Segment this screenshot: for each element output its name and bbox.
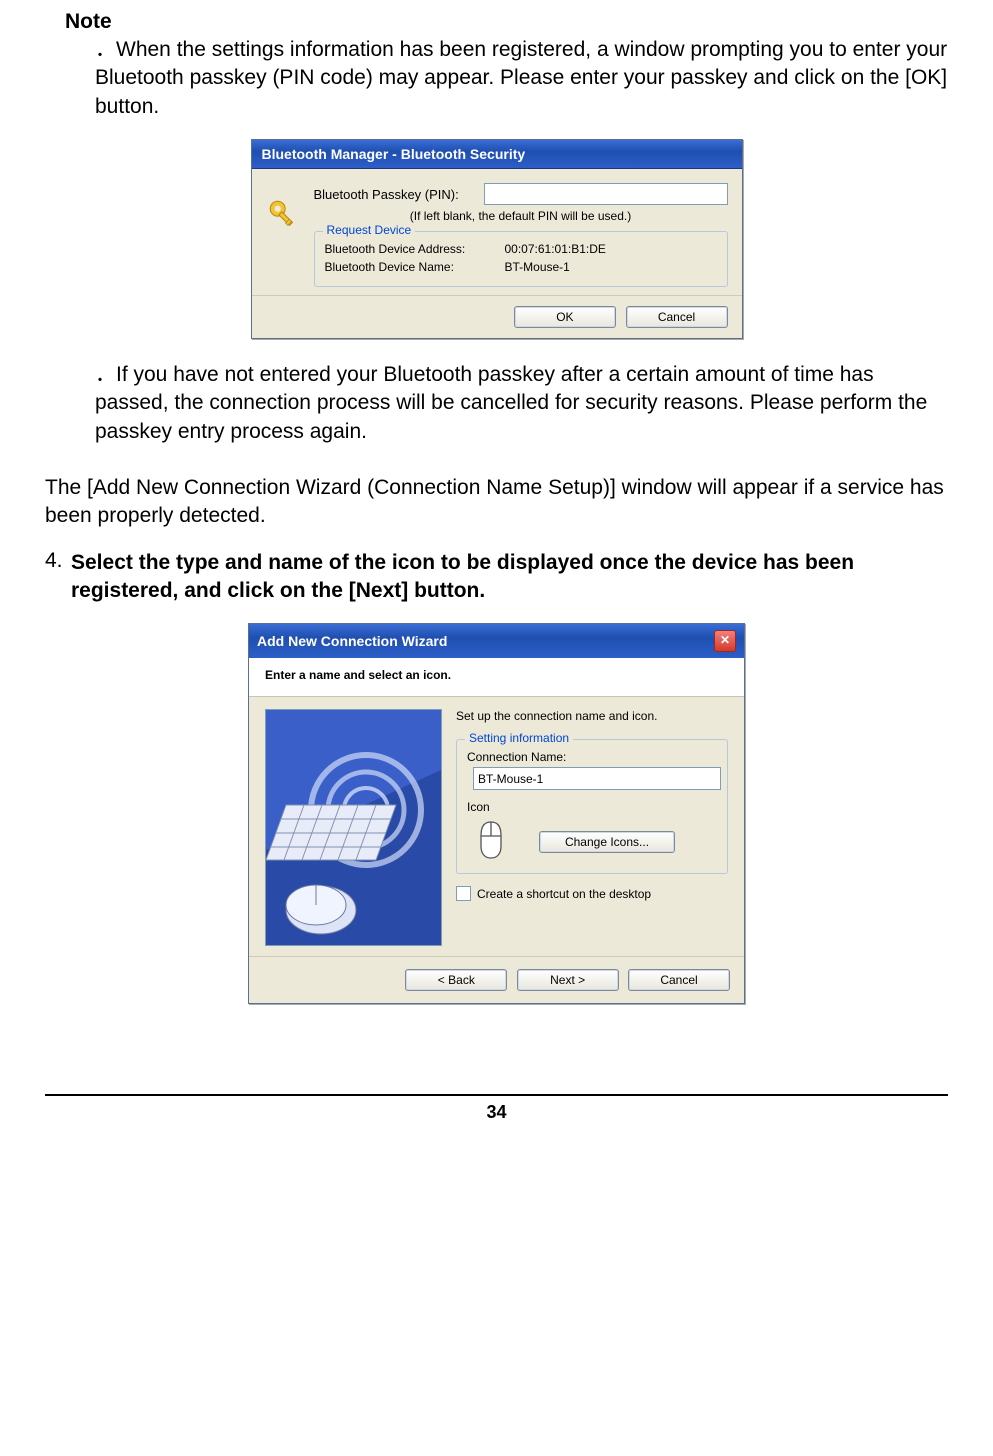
device-address-value: 00:07:61:01:B1:DE: [505, 242, 606, 256]
step-text: Select the type and name of the icon to …: [71, 549, 948, 606]
wizard-image: [265, 709, 442, 946]
bluetooth-security-dialog: Bluetooth Manager - Bluetooth Security B…: [251, 139, 743, 339]
request-device-group: Request Device Bluetooth Device Address:…: [314, 231, 728, 287]
device-name-value: BT-Mouse-1: [505, 260, 570, 274]
change-icons-button[interactable]: Change Icons...: [539, 831, 675, 853]
dialog-title: Add New Connection Wizard: [257, 633, 447, 649]
group-legend: Setting information: [465, 731, 573, 745]
connection-name-input[interactable]: [473, 767, 721, 790]
connection-name-label: Connection Name:: [467, 750, 717, 764]
passkey-input[interactable]: [484, 183, 728, 205]
wizard-instruction: Set up the connection name and icon.: [456, 709, 728, 723]
note-heading: Note: [65, 10, 948, 34]
passkey-label: Bluetooth Passkey (PIN):: [314, 187, 484, 202]
device-name-label: Bluetooth Device Name:: [325, 260, 505, 274]
shortcut-checkbox[interactable]: [456, 886, 471, 901]
main-paragraph: The [Add New Connection Wizard (Connecti…: [45, 474, 948, 531]
shortcut-label: Create a shortcut on the desktop: [477, 887, 651, 901]
icon-label: Icon: [467, 800, 717, 814]
key-icon: [266, 183, 314, 287]
footer-divider: [45, 1094, 948, 1096]
step-number: 4.: [45, 549, 71, 606]
group-legend: Request Device: [323, 223, 416, 237]
next-button[interactable]: Next >: [517, 969, 619, 991]
setting-info-group: Setting information Connection Name: Ico…: [456, 739, 728, 874]
back-button[interactable]: < Back: [405, 969, 507, 991]
dialog-subheader: Enter a name and select an icon.: [249, 658, 744, 697]
mouse-icon: [473, 820, 533, 863]
ok-button[interactable]: OK: [514, 306, 616, 328]
cancel-button[interactable]: Cancel: [626, 306, 728, 328]
device-address-label: Bluetooth Device Address:: [325, 242, 505, 256]
close-icon[interactable]: ✕: [714, 630, 736, 652]
dialog-title: Bluetooth Manager - Bluetooth Security: [252, 140, 742, 169]
note-item-1: ．When the settings information has been …: [95, 36, 948, 121]
note-item-2: ．If you have not entered your Bluetooth …: [95, 361, 948, 446]
cancel-button[interactable]: Cancel: [628, 969, 730, 991]
page-number: 34: [0, 1102, 993, 1143]
add-connection-wizard-dialog: Add New Connection Wizard ✕ Enter a name…: [248, 623, 745, 1004]
passkey-hint: (If left blank, the default PIN will be …: [314, 209, 728, 223]
